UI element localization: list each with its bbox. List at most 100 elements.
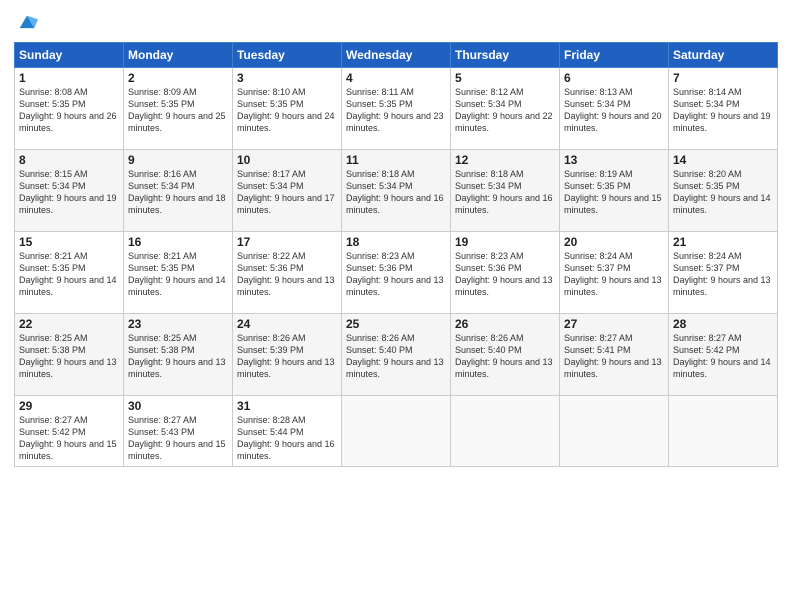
calendar-cell: 2Sunrise: 8:09 AMSunset: 5:35 PMDaylight… (124, 68, 233, 150)
day-info: Sunrise: 8:09 AMSunset: 5:35 PMDaylight:… (128, 86, 228, 135)
calendar-cell: 19Sunrise: 8:23 AMSunset: 5:36 PMDayligh… (451, 232, 560, 314)
header (14, 12, 778, 34)
day-number: 25 (346, 317, 446, 331)
calendar-cell (669, 396, 778, 467)
calendar-cell (451, 396, 560, 467)
day-number: 22 (19, 317, 119, 331)
day-info: Sunrise: 8:27 AMSunset: 5:41 PMDaylight:… (564, 332, 664, 381)
day-info: Sunrise: 8:20 AMSunset: 5:35 PMDaylight:… (673, 168, 773, 217)
day-number: 4 (346, 71, 446, 85)
day-number: 11 (346, 153, 446, 167)
calendar-cell: 12Sunrise: 8:18 AMSunset: 5:34 PMDayligh… (451, 150, 560, 232)
day-number: 15 (19, 235, 119, 249)
day-info: Sunrise: 8:27 AMSunset: 5:43 PMDaylight:… (128, 414, 228, 463)
day-number: 20 (564, 235, 664, 249)
calendar-cell: 26Sunrise: 8:26 AMSunset: 5:40 PMDayligh… (451, 314, 560, 396)
day-number: 6 (564, 71, 664, 85)
calendar-cell: 11Sunrise: 8:18 AMSunset: 5:34 PMDayligh… (342, 150, 451, 232)
day-info: Sunrise: 8:19 AMSunset: 5:35 PMDaylight:… (564, 168, 664, 217)
calendar-cell: 4Sunrise: 8:11 AMSunset: 5:35 PMDaylight… (342, 68, 451, 150)
calendar-cell: 1Sunrise: 8:08 AMSunset: 5:35 PMDaylight… (15, 68, 124, 150)
day-info: Sunrise: 8:24 AMSunset: 5:37 PMDaylight:… (673, 250, 773, 299)
page-container: Sunday Monday Tuesday Wednesday Thursday… (0, 0, 792, 612)
day-number: 29 (19, 399, 119, 413)
calendar-cell: 30Sunrise: 8:27 AMSunset: 5:43 PMDayligh… (124, 396, 233, 467)
day-number: 21 (673, 235, 773, 249)
day-number: 16 (128, 235, 228, 249)
day-info: Sunrise: 8:08 AMSunset: 5:35 PMDaylight:… (19, 86, 119, 135)
day-number: 10 (237, 153, 337, 167)
header-wednesday: Wednesday (342, 43, 451, 68)
day-info: Sunrise: 8:21 AMSunset: 5:35 PMDaylight:… (19, 250, 119, 299)
calendar-cell: 21Sunrise: 8:24 AMSunset: 5:37 PMDayligh… (669, 232, 778, 314)
calendar-cell: 18Sunrise: 8:23 AMSunset: 5:36 PMDayligh… (342, 232, 451, 314)
calendar-cell: 25Sunrise: 8:26 AMSunset: 5:40 PMDayligh… (342, 314, 451, 396)
calendar-cell: 17Sunrise: 8:22 AMSunset: 5:36 PMDayligh… (233, 232, 342, 314)
header-friday: Friday (560, 43, 669, 68)
day-info: Sunrise: 8:14 AMSunset: 5:34 PMDaylight:… (673, 86, 773, 135)
day-number: 1 (19, 71, 119, 85)
day-info: Sunrise: 8:28 AMSunset: 5:44 PMDaylight:… (237, 414, 337, 463)
day-number: 14 (673, 153, 773, 167)
calendar-cell: 23Sunrise: 8:25 AMSunset: 5:38 PMDayligh… (124, 314, 233, 396)
day-info: Sunrise: 8:21 AMSunset: 5:35 PMDaylight:… (128, 250, 228, 299)
day-number: 26 (455, 317, 555, 331)
header-saturday: Saturday (669, 43, 778, 68)
day-info: Sunrise: 8:22 AMSunset: 5:36 PMDaylight:… (237, 250, 337, 299)
calendar-cell (342, 396, 451, 467)
calendar-cell: 14Sunrise: 8:20 AMSunset: 5:35 PMDayligh… (669, 150, 778, 232)
calendar-cell: 15Sunrise: 8:21 AMSunset: 5:35 PMDayligh… (15, 232, 124, 314)
header-thursday: Thursday (451, 43, 560, 68)
day-info: Sunrise: 8:15 AMSunset: 5:34 PMDaylight:… (19, 168, 119, 217)
calendar-cell: 20Sunrise: 8:24 AMSunset: 5:37 PMDayligh… (560, 232, 669, 314)
day-info: Sunrise: 8:26 AMSunset: 5:39 PMDaylight:… (237, 332, 337, 381)
day-info: Sunrise: 8:26 AMSunset: 5:40 PMDaylight:… (455, 332, 555, 381)
calendar-cell: 10Sunrise: 8:17 AMSunset: 5:34 PMDayligh… (233, 150, 342, 232)
day-number: 9 (128, 153, 228, 167)
day-info: Sunrise: 8:12 AMSunset: 5:34 PMDaylight:… (455, 86, 555, 135)
calendar-cell: 3Sunrise: 8:10 AMSunset: 5:35 PMDaylight… (233, 68, 342, 150)
day-info: Sunrise: 8:25 AMSunset: 5:38 PMDaylight:… (19, 332, 119, 381)
calendar-cell (560, 396, 669, 467)
calendar-cell: 13Sunrise: 8:19 AMSunset: 5:35 PMDayligh… (560, 150, 669, 232)
day-number: 8 (19, 153, 119, 167)
day-number: 5 (455, 71, 555, 85)
header-sunday: Sunday (15, 43, 124, 68)
calendar-cell: 22Sunrise: 8:25 AMSunset: 5:38 PMDayligh… (15, 314, 124, 396)
calendar-cell: 16Sunrise: 8:21 AMSunset: 5:35 PMDayligh… (124, 232, 233, 314)
day-number: 19 (455, 235, 555, 249)
calendar-table: Sunday Monday Tuesday Wednesday Thursday… (14, 42, 778, 467)
day-info: Sunrise: 8:24 AMSunset: 5:37 PMDaylight:… (564, 250, 664, 299)
day-number: 24 (237, 317, 337, 331)
day-number: 3 (237, 71, 337, 85)
day-info: Sunrise: 8:23 AMSunset: 5:36 PMDaylight:… (346, 250, 446, 299)
weekday-header-row: Sunday Monday Tuesday Wednesday Thursday… (15, 43, 778, 68)
day-info: Sunrise: 8:10 AMSunset: 5:35 PMDaylight:… (237, 86, 337, 135)
day-info: Sunrise: 8:23 AMSunset: 5:36 PMDaylight:… (455, 250, 555, 299)
day-number: 18 (346, 235, 446, 249)
calendar-cell: 29Sunrise: 8:27 AMSunset: 5:42 PMDayligh… (15, 396, 124, 467)
calendar-cell: 9Sunrise: 8:16 AMSunset: 5:34 PMDaylight… (124, 150, 233, 232)
day-info: Sunrise: 8:25 AMSunset: 5:38 PMDaylight:… (128, 332, 228, 381)
day-number: 31 (237, 399, 337, 413)
calendar-cell: 24Sunrise: 8:26 AMSunset: 5:39 PMDayligh… (233, 314, 342, 396)
day-number: 28 (673, 317, 773, 331)
calendar-cell: 5Sunrise: 8:12 AMSunset: 5:34 PMDaylight… (451, 68, 560, 150)
day-number: 2 (128, 71, 228, 85)
day-number: 27 (564, 317, 664, 331)
day-number: 30 (128, 399, 228, 413)
calendar-cell: 6Sunrise: 8:13 AMSunset: 5:34 PMDaylight… (560, 68, 669, 150)
logo-icon (16, 12, 38, 34)
calendar-cell: 27Sunrise: 8:27 AMSunset: 5:41 PMDayligh… (560, 314, 669, 396)
day-number: 23 (128, 317, 228, 331)
day-info: Sunrise: 8:13 AMSunset: 5:34 PMDaylight:… (564, 86, 664, 135)
header-monday: Monday (124, 43, 233, 68)
day-info: Sunrise: 8:27 AMSunset: 5:42 PMDaylight:… (19, 414, 119, 463)
logo (14, 12, 38, 34)
day-number: 13 (564, 153, 664, 167)
day-info: Sunrise: 8:27 AMSunset: 5:42 PMDaylight:… (673, 332, 773, 381)
day-info: Sunrise: 8:11 AMSunset: 5:35 PMDaylight:… (346, 86, 446, 135)
day-info: Sunrise: 8:18 AMSunset: 5:34 PMDaylight:… (346, 168, 446, 217)
day-info: Sunrise: 8:26 AMSunset: 5:40 PMDaylight:… (346, 332, 446, 381)
header-tuesday: Tuesday (233, 43, 342, 68)
